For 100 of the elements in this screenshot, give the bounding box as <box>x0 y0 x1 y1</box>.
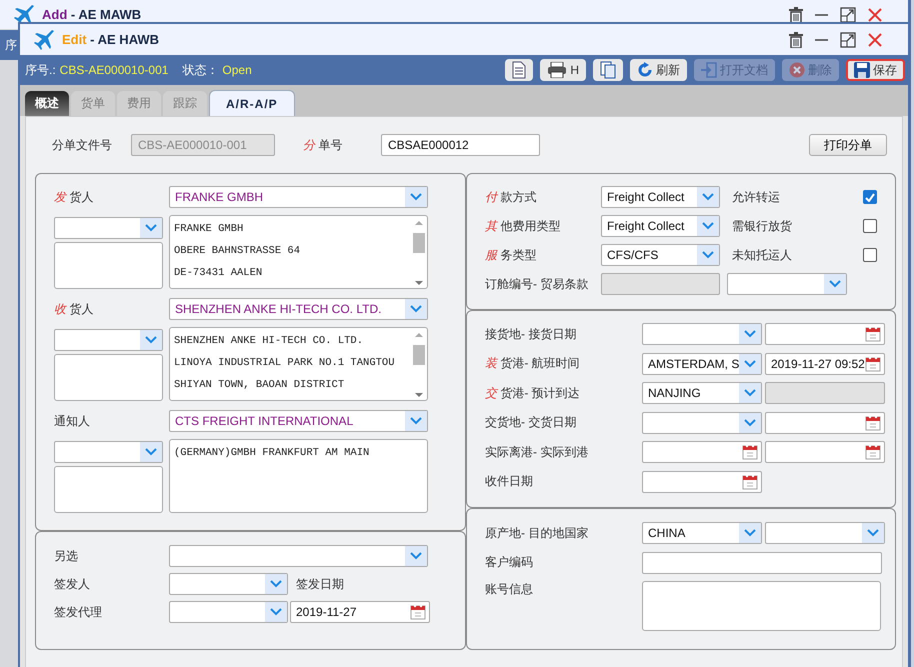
copy-icon <box>600 61 616 79</box>
checkbox[interactable] <box>863 190 877 204</box>
field-label: 序 <box>5 36 17 54</box>
address-field[interactable]: FRANKE GMBH OBERE BAHNSTRASSE 64 DE-73431 AALEN <box>169 215 428 289</box>
chevron-down-icon <box>270 580 282 588</box>
print-button[interactable]: 打印分单 <box>809 134 887 156</box>
chevron-down-icon <box>270 608 282 616</box>
chevron-down-icon <box>145 448 157 456</box>
import-icon <box>701 62 717 78</box>
dropdown[interactable] <box>54 441 163 463</box>
window-title: Add - AE MAWB <box>42 7 142 22</box>
dropdown[interactable]: AMSTERDAM, S <box>642 352 762 375</box>
chevron-down-icon <box>744 360 756 368</box>
chevron-down-icon <box>702 222 714 230</box>
date-field[interactable] <box>765 412 885 434</box>
dropdown[interactable] <box>169 545 428 567</box>
dropdown[interactable] <box>54 217 163 239</box>
field-label: 另选 <box>54 548 79 564</box>
field-label: 发 货人 <box>54 188 94 206</box>
refresh-icon <box>637 62 653 78</box>
calendar-icon <box>742 474 758 490</box>
status-value: Open <box>222 63 252 77</box>
dropdown[interactable] <box>765 522 885 544</box>
address-field[interactable]: SHENZHEN ANKE HI-TECH CO. LTD. LINOYA INDUSTRIAL PARK NO.1 TANGTOU SHIYAN TOWN, BAOAN DISTRICT <box>169 327 428 401</box>
field-label: 收 货人 <box>54 300 94 318</box>
chevron-down-icon <box>744 389 756 398</box>
field-label: 原产地- 目的地国家 <box>485 524 590 542</box>
dropdown[interactable]: Freight Collect <box>601 215 720 237</box>
dropdown[interactable] <box>727 273 847 295</box>
field-label: 交 货港- 预计到达 <box>485 384 581 402</box>
chevron-down-icon <box>145 224 157 232</box>
copy-button[interactable] <box>593 59 623 81</box>
chevron-down-icon <box>410 193 422 201</box>
text-area[interactable] <box>54 242 163 289</box>
chevron-down-icon <box>867 529 879 537</box>
date-field[interactable]: 2019-11-27 <box>290 601 430 623</box>
checkbox[interactable] <box>863 248 877 262</box>
chevron-down-icon <box>410 552 422 560</box>
text-area[interactable] <box>54 466 163 513</box>
text-area[interactable] <box>642 581 881 632</box>
date-field[interactable] <box>765 441 885 464</box>
calendar-icon <box>865 356 881 372</box>
chevron-down-icon <box>744 330 756 338</box>
document-button[interactable] <box>505 59 534 81</box>
printer-icon <box>547 62 568 78</box>
checkbox-label: 允许转运 <box>732 188 781 206</box>
dropdown[interactable]: SHENZHEN ANKE HI-TECH CO. LTD. <box>169 298 428 320</box>
save-button[interactable]: 保存 <box>846 59 905 81</box>
dropdown[interactable]: NANJING <box>642 382 762 404</box>
chevron-down-icon <box>145 336 157 344</box>
field-label: 状态： <box>182 62 218 78</box>
dropdown[interactable] <box>642 412 762 434</box>
calendar-icon <box>865 414 881 431</box>
date-field[interactable] <box>765 323 885 345</box>
chevron-down-icon <box>410 417 422 425</box>
chevron-down-icon <box>829 280 841 288</box>
field-label: 账号信息 <box>485 581 534 598</box>
minimize-icon <box>815 38 828 40</box>
dropdown[interactable] <box>642 323 762 345</box>
dropdown[interactable]: CHINA <box>642 522 762 544</box>
field-label: 订舱编号- 贸易条款 <box>485 276 590 292</box>
field-label: 签发人 <box>54 576 91 592</box>
close-icon <box>868 8 882 22</box>
dropdown[interactable]: FRANKE GMBH <box>169 186 428 208</box>
text-area[interactable] <box>54 354 163 401</box>
field-label: 交货地- 交货日期 <box>485 414 578 432</box>
tab[interactable]: A/R-A/P <box>209 90 295 116</box>
hawb-number-field[interactable]: CBSAE000012 <box>381 134 540 156</box>
address-field[interactable]: (GERMANY)GMBH FRANKFURT AM MAIN <box>169 439 428 513</box>
tab[interactable]: 概述 <box>25 91 69 116</box>
date-field[interactable] <box>642 470 762 493</box>
document-icon <box>512 61 526 79</box>
calendar-icon <box>865 444 881 460</box>
date-field[interactable] <box>642 441 762 464</box>
chevron-down-icon <box>702 251 714 259</box>
airplane-icon <box>14 4 36 24</box>
dropdown[interactable]: Freight Collect <box>601 186 720 208</box>
field-label: 签发日期 <box>296 576 344 592</box>
text-field[interactable] <box>642 552 882 574</box>
minimize-icon <box>815 14 828 16</box>
close-icon <box>868 32 882 46</box>
dropdown[interactable]: CFS/CFS <box>601 244 720 266</box>
dropdown[interactable] <box>169 573 288 595</box>
chevron-down-icon <box>744 529 756 537</box>
calendar-icon <box>410 604 426 620</box>
date-field[interactable]: 2019-11-27 09:52 <box>765 352 885 375</box>
checkmark-icon <box>865 192 875 202</box>
maximize-icon <box>840 6 856 22</box>
refresh-button[interactable]: 刷新 <box>630 59 687 81</box>
dropdown[interactable] <box>169 601 288 623</box>
dropdown[interactable] <box>54 329 163 351</box>
trash-icon <box>789 6 803 22</box>
chevron-down-icon <box>410 305 422 313</box>
calendar-icon <box>742 444 758 460</box>
checkbox-label: 需银行放货 <box>732 218 793 234</box>
dropdown[interactable]: CTS FREIGHT INTERNATIONAL <box>169 410 428 432</box>
checkbox[interactable] <box>863 219 877 233</box>
print-button[interactable]: H <box>540 59 586 81</box>
window-title: Edit - AE HAWB <box>62 32 160 47</box>
calendar-icon <box>865 326 881 342</box>
